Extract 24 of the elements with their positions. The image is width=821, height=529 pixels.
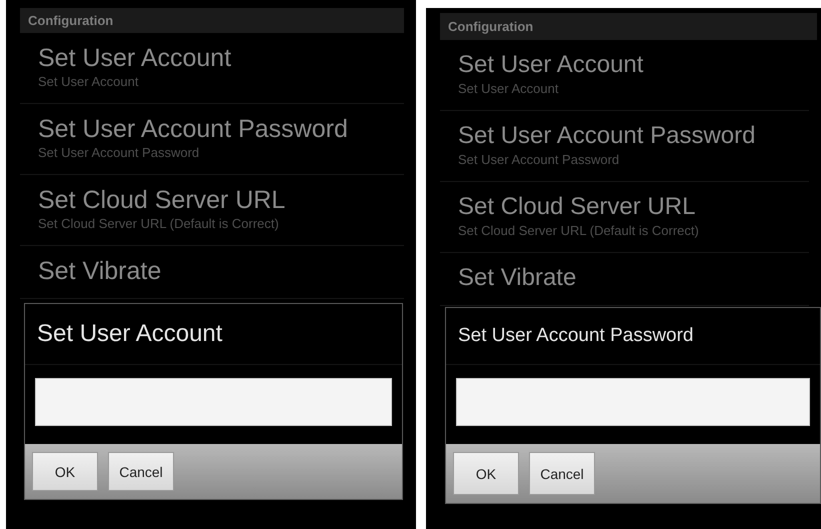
setting-title[interactable]: Set Cloud Server URL: [458, 192, 809, 222]
input-field[interactable]: [35, 378, 392, 426]
dialog-title: Set User Account Password: [446, 308, 820, 365]
dialog-button[interactable]: Cancel: [108, 452, 174, 491]
dialog-button[interactable]: OK: [453, 452, 519, 495]
section-header: Configuration: [440, 13, 817, 40]
dialog-title: Set User Account: [25, 304, 402, 365]
dialog-button[interactable]: OK: [32, 452, 98, 491]
setting-summary: Set Cloud Server URL (Default is Correct): [458, 222, 700, 240]
input-field[interactable]: [456, 378, 810, 426]
setting-summary: Set Cloud Server URL (Default is Correct): [38, 215, 280, 233]
setting-title[interactable]: Set User Account Password: [38, 114, 404, 144]
setting-title[interactable]: Set User Account Password: [458, 121, 809, 151]
setting-summary: Set User Account: [458, 80, 560, 98]
setting-title[interactable]: Set User Account: [458, 50, 809, 80]
setting-title[interactable]: Set Cloud Server URL: [38, 185, 404, 215]
dialog-button[interactable]: Cancel: [529, 452, 595, 495]
setting-title[interactable]: Set Vibrate: [458, 263, 809, 293]
section-header: Configuration: [20, 8, 404, 33]
setting-title[interactable]: Set Vibrate: [38, 256, 404, 286]
setting-summary: Set User Account: [38, 73, 140, 91]
setting-title[interactable]: Set User Account: [38, 43, 404, 73]
setting-summary: Set User Account Password: [458, 151, 620, 169]
setting-summary: Set User Account Password: [38, 144, 200, 162]
